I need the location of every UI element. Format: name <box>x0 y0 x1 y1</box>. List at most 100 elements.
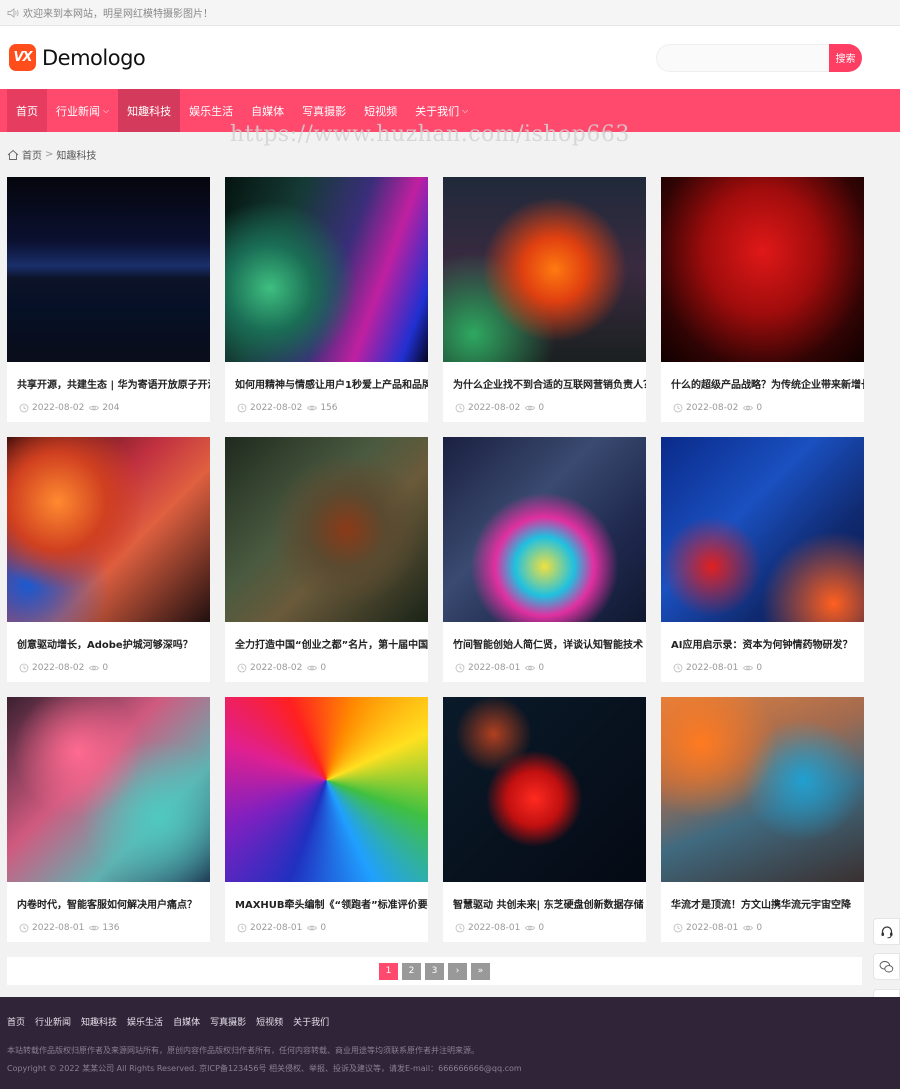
nav-item-photography[interactable]: 写真摄影 <box>293 89 355 132</box>
article-title[interactable]: 内卷时代，智能客服如何解决用户痛点？ <box>7 882 210 911</box>
article-thumbnail[interactable] <box>443 177 646 362</box>
article-title[interactable]: MAXHUB牵头编制《“领跑者”标准评价要求》 <box>225 882 428 911</box>
nav-item-home[interactable]: 首页 <box>7 89 47 132</box>
chevron-down-icon: ⌵ <box>462 105 469 115</box>
article-meta: 2022-08-02 0 <box>7 651 210 673</box>
next-page-button[interactable]: › <box>448 962 467 980</box>
article-card[interactable]: 竹间智能创始人简仁贤，详谈认知智能技术 2022-08-01 0 <box>443 437 646 682</box>
footer-link-about[interactable]: 关于我们 <box>293 1015 329 1028</box>
article-thumbnail[interactable] <box>7 437 210 622</box>
article-meta: 2022-08-01 136 <box>7 911 210 933</box>
site-logo[interactable]: VX Demologo <box>9 44 146 71</box>
article-date: 2022-08-01 <box>686 923 739 933</box>
article-views: 0 <box>538 403 545 413</box>
article-views: 204 <box>102 403 120 413</box>
footer-link-self-media[interactable]: 自媒体 <box>173 1015 200 1028</box>
customer-service-button[interactable] <box>873 918 900 945</box>
article-thumbnail[interactable] <box>225 437 428 622</box>
article-views: 0 <box>102 663 109 673</box>
eye-icon <box>525 925 536 931</box>
footer-link-entertainment[interactable]: 娱乐生活 <box>127 1015 163 1028</box>
page-2-button[interactable]: 2 <box>402 962 421 980</box>
article-title[interactable]: AI应用启示录：资本为何钟情药物研发？ <box>661 622 864 651</box>
article-card[interactable]: 为什么企业找不到合适的互联网营销负责人？ 2022-08-02 0 <box>443 177 646 422</box>
article-thumbnail[interactable] <box>225 697 428 882</box>
article-thumbnail[interactable] <box>661 177 864 362</box>
wechat-button[interactable] <box>873 953 900 980</box>
article-card[interactable]: 共享开源，共建生态 | 华为寄语开放原子开源基金会 2022-08-02 204 <box>7 177 210 422</box>
article-views: 0 <box>538 923 545 933</box>
nav-item-self-media[interactable]: 自媒体 <box>242 89 293 132</box>
article-thumbnail[interactable] <box>443 437 646 622</box>
topbar-notice: 欢迎来到本网站，明星网红模特摄影图片！ <box>23 9 213 20</box>
article-title[interactable]: 竹间智能创始人简仁贤，详谈认知智能技术 <box>443 622 646 651</box>
footer-link-industry-news[interactable]: 行业新闻 <box>35 1015 71 1028</box>
footer-link-home[interactable]: 首页 <box>7 1015 25 1028</box>
article-card[interactable]: 智慧驱动 共创未来| 东芝硬盘创新数据存储 2022-08-01 0 <box>443 697 646 942</box>
eye-icon <box>743 925 754 931</box>
nav-item-short-video[interactable]: 短视频 <box>355 89 406 132</box>
article-card[interactable]: 什么的超级产品战略？为传统企业带来新增长 2022-08-02 0 <box>661 177 864 422</box>
article-card[interactable]: AI应用启示录：资本为何钟情药物研发？ 2022-08-01 0 <box>661 437 864 682</box>
article-card[interactable]: 华流才是顶流！方文山携华流元宇宙空降 2022-08-01 0 <box>661 697 864 942</box>
logo-mark: VX <box>9 44 36 71</box>
eye-icon <box>525 665 536 671</box>
article-meta: 2022-08-02 0 <box>225 651 428 673</box>
breadcrumb-current: 知趣科技 <box>56 151 97 162</box>
search-input[interactable] <box>656 43 829 72</box>
article-thumbnail[interactable] <box>225 177 428 362</box>
article-thumbnail[interactable] <box>661 437 864 622</box>
nav-item-tech[interactable]: 知趣科技 <box>118 89 181 132</box>
article-thumbnail[interactable] <box>7 177 210 362</box>
article-meta: 2022-08-01 0 <box>443 651 646 673</box>
nav-item-industry-news[interactable]: 行业新闻 ⌵ <box>47 89 118 132</box>
article-title[interactable]: 智慧驱动 共创未来| 东芝硬盘创新数据存储 <box>443 882 646 911</box>
article-thumbnail[interactable] <box>7 697 210 882</box>
header: VX Demologo 搜索 <box>0 26 900 89</box>
article-title[interactable]: 如何用精神与情感让用户1秒爱上产品和品牌 <box>225 362 428 391</box>
article-date: 2022-08-02 <box>32 403 85 413</box>
breadcrumb: 首页 > 知趣科技 <box>0 132 900 177</box>
footer-link-tech[interactable]: 知趣科技 <box>81 1015 117 1028</box>
speaker-icon <box>7 7 19 18</box>
page-1-button[interactable]: 1 <box>379 962 398 980</box>
eye-icon <box>307 925 318 931</box>
article-title[interactable]: 全力打造中国“创业之都”名片，第十届中国创新创业大赛 <box>225 622 428 651</box>
article-title[interactable]: 共享开源，共建生态 | 华为寄语开放原子开源基金会 <box>7 362 210 391</box>
page-3-button[interactable]: 3 <box>425 962 444 980</box>
article-meta: 2022-08-02 156 <box>225 391 428 413</box>
article-card[interactable]: 全力打造中国“创业之都”名片，第十届中国创新创业大赛 2022-08-02 0 <box>225 437 428 682</box>
clock-icon <box>673 403 683 413</box>
article-views: 0 <box>320 923 327 933</box>
nav-item-about[interactable]: 关于我们 ⌵ <box>406 89 477 132</box>
eye-icon <box>307 405 318 411</box>
nav-item-entertainment[interactable]: 娱乐生活 <box>180 89 242 132</box>
eye-icon <box>525 405 536 411</box>
article-title[interactable]: 华流才是顶流！方文山携华流元宇宙空降 <box>661 882 864 911</box>
article-card[interactable]: MAXHUB牵头编制《“领跑者”标准评价要求》 2022-08-01 0 <box>225 697 428 942</box>
article-title[interactable]: 为什么企业找不到合适的互联网营销负责人？ <box>443 362 646 391</box>
eye-icon <box>89 405 100 411</box>
article-card[interactable]: 内卷时代，智能客服如何解决用户痛点？ 2022-08-01 136 <box>7 697 210 942</box>
article-meta: 2022-08-01 0 <box>661 911 864 933</box>
article-date: 2022-08-02 <box>468 403 521 413</box>
breadcrumb-home[interactable]: 首页 <box>22 147 42 162</box>
article-card[interactable]: 创意驱动增长，Adobe护城河够深吗？ 2022-08-02 0 <box>7 437 210 682</box>
article-title[interactable]: 创意驱动增长，Adobe护城河够深吗？ <box>7 622 210 651</box>
article-card[interactable]: 如何用精神与情感让用户1秒爱上产品和品牌 2022-08-02 156 <box>225 177 428 422</box>
footer-link-short-video[interactable]: 短视频 <box>256 1015 283 1028</box>
article-date: 2022-08-01 <box>686 663 739 673</box>
article-thumbnail[interactable] <box>443 697 646 882</box>
search-button[interactable]: 搜索 <box>829 43 862 72</box>
article-date: 2022-08-01 <box>32 923 85 933</box>
eye-icon <box>743 405 754 411</box>
wechat-icon <box>879 960 894 972</box>
article-title[interactable]: 什么的超级产品战略？为传统企业带来新增长 <box>661 362 864 391</box>
article-meta: 2022-08-02 0 <box>443 391 646 413</box>
pagination: 1 2 3 › » <box>7 957 862 985</box>
footer-link-photography[interactable]: 写真摄影 <box>210 1015 246 1028</box>
article-meta: 2022-08-01 0 <box>661 651 864 673</box>
article-thumbnail[interactable] <box>661 697 864 882</box>
topbar: 欢迎来到本网站，明星网红模特摄影图片！ <box>0 0 900 26</box>
last-page-button[interactable]: » <box>471 962 490 980</box>
